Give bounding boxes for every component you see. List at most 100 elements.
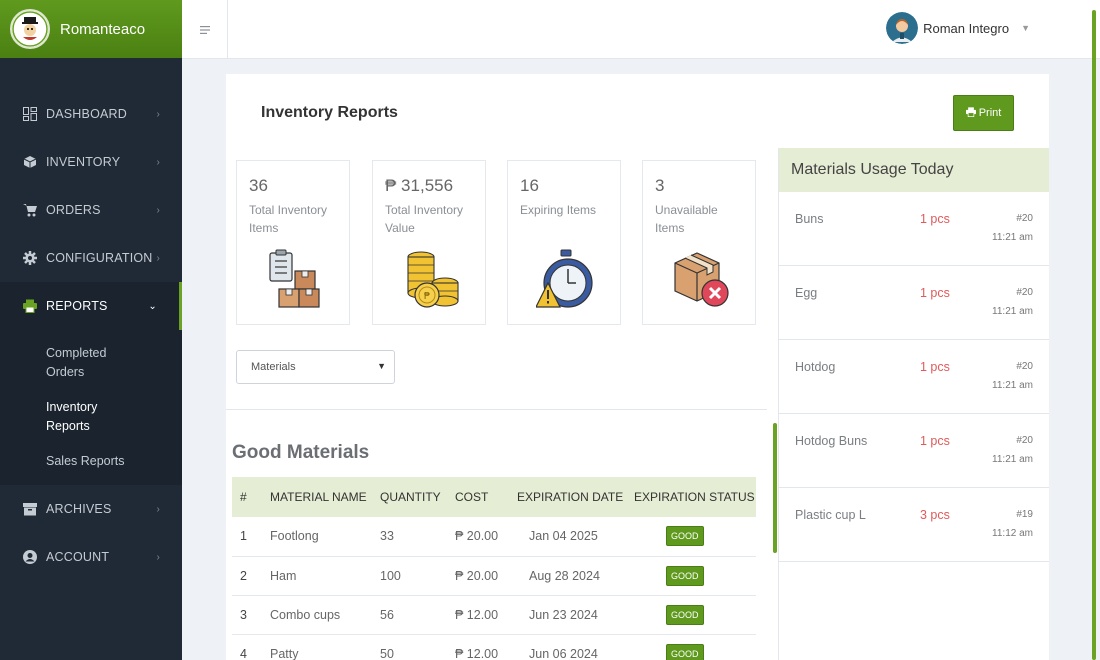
column-header: EXPIRATION DATE: [509, 477, 626, 517]
stat-label: Unavailable Items: [655, 203, 718, 235]
chevron-right-icon: ›: [156, 108, 160, 120]
table-row: 1 Footlong 33 ₱ 20.00 Jan 04 2025 GOOD: [232, 517, 756, 557]
brand-name: Romanteaco: [60, 20, 146, 38]
stopwatch-warning-icon: [536, 249, 593, 308]
stat-expiring-items: 16 Expiring Items: [507, 160, 621, 325]
material-cost: ₱ 12.00: [447, 595, 509, 635]
box-icon: [22, 154, 38, 170]
material-cost: ₱ 12.00: [447, 634, 509, 660]
table-header-row: # MATERIAL NAME QUANTITY COST EXPIRATION…: [232, 477, 756, 517]
sidebar: Romanteaco DASHBOARD › INVENTORY › ORDER…: [0, 0, 182, 660]
print-button[interactable]: Print: [953, 95, 1014, 131]
sidebar-item-label: ACCOUNT: [46, 550, 110, 564]
user-name: Roman Integro: [923, 20, 1010, 36]
usage-item-order-ref: #20: [1016, 213, 1033, 224]
row-number: 4: [232, 634, 262, 660]
status-cell: GOOD: [626, 517, 756, 557]
material-cost: ₱ 20.00: [447, 556, 509, 596]
usage-item: Buns 1 pcs #20 11:21 am: [779, 192, 1049, 266]
box-unavailable-icon: [674, 252, 729, 307]
expiration-date: Aug 28 2024: [509, 556, 626, 596]
expiration-date: Jun 06 2024: [509, 634, 626, 660]
stat-total-inventory-value: ₱ 31,556 Total Inventory Value ₱: [372, 160, 486, 325]
sidebar-item-reports[interactable]: REPORTS ⌄: [0, 282, 182, 330]
status-cell: GOOD: [626, 634, 756, 660]
chevron-right-icon: ›: [156, 503, 160, 515]
chevron-down-icon: ▼: [377, 361, 386, 371]
row-number: 1: [232, 517, 262, 557]
row-number: 3: [232, 595, 262, 635]
usage-item-time: 11:21 am: [992, 380, 1033, 391]
sidebar-item-inventory[interactable]: INVENTORY ›: [0, 138, 182, 186]
category-select-value: Materials: [251, 361, 296, 373]
sidebar-item-label: REPORTS: [46, 299, 108, 313]
usage-item: Hotdog 1 pcs #20 11:21 am: [779, 340, 1049, 414]
sidebar-item-account[interactable]: ACCOUNT ›: [0, 533, 182, 581]
usage-title: Materials Usage Today: [779, 148, 1049, 192]
usage-item-order-ref: #20: [1016, 287, 1033, 298]
sidebar-subitem-completed-orders[interactable]: Completed Orders: [0, 336, 140, 390]
sidebar-subitem-sales-reports[interactable]: Sales Reports: [0, 444, 140, 479]
usage-item-qty: 3 pcs: [920, 508, 950, 522]
sidebar-item-dashboard[interactable]: DASHBOARD ›: [0, 90, 182, 138]
table-title: Good Materials: [232, 442, 370, 463]
menu-toggle-button[interactable]: [182, 0, 228, 59]
sidebar-item-archives[interactable]: ARCHIVES ›: [0, 485, 182, 533]
stat-value: 36: [249, 176, 268, 195]
status-badge: GOOD: [666, 526, 704, 547]
chevron-right-icon: ›: [156, 252, 160, 264]
coins-icon: ₱: [407, 251, 459, 308]
printer-icon: [22, 298, 38, 314]
usage-item: Plastic cup L 3 pcs #19 11:12 am: [779, 488, 1049, 562]
material-name: Ham: [262, 556, 372, 596]
sidebar-subitem-inventory-reports[interactable]: Inventory Reports: [0, 390, 140, 444]
stat-value: 16: [520, 176, 539, 195]
usage-scrollbar[interactable]: [773, 423, 777, 553]
table-row: 4 Patty 50 ₱ 12.00 Jun 06 2024 GOOD: [232, 634, 756, 660]
column-header: MATERIAL NAME: [262, 477, 372, 517]
archive-icon: [22, 501, 38, 517]
sidebar-item-orders[interactable]: ORDERS ›: [0, 186, 182, 234]
sidebar-item-label: ORDERS: [46, 203, 101, 217]
sidebar-item-label: DASHBOARD: [46, 107, 127, 121]
usage-item: Egg 1 pcs #20 11:21 am: [779, 266, 1049, 340]
material-quantity: 33: [372, 517, 447, 557]
usage-item-time: 11:21 am: [992, 306, 1033, 317]
chevron-right-icon: ›: [156, 204, 160, 216]
status-badge: GOOD: [666, 565, 704, 586]
usage-item-order-ref: #19: [1016, 509, 1033, 520]
cart-icon: [22, 202, 38, 218]
status-badge: GOOD: [666, 604, 704, 625]
status-badge: GOOD: [666, 643, 704, 660]
usage-item-qty: 1 pcs: [920, 360, 950, 374]
category-select[interactable]: Materials ▼: [236, 350, 395, 384]
avatar: [886, 12, 919, 44]
usage-item-name: Buns: [795, 212, 824, 226]
chevron-right-icon: ›: [156, 156, 160, 168]
usage-item-name: Hotdog: [795, 360, 836, 374]
usage-item-order-ref: #20: [1016, 435, 1033, 446]
usage-item-time: 11:12 am: [992, 528, 1033, 539]
gear-icon: [22, 250, 38, 266]
stat-label: Expiring Items: [520, 203, 597, 217]
sidebar-item-configuration[interactable]: CONFIGURATION ›: [0, 234, 182, 282]
usage-item-order-ref: #20: [1016, 361, 1033, 372]
materials-usage-panel: Materials Usage Today Buns 1 pcs #20 11:…: [778, 148, 1049, 660]
caret-down-icon: ▼: [1021, 23, 1030, 33]
material-name: Footlong: [262, 517, 372, 557]
material-quantity: 50: [372, 634, 447, 660]
clipboard-boxes-icon: [269, 249, 320, 308]
usage-item-name: Hotdog Buns: [795, 434, 868, 448]
column-header: #: [232, 477, 262, 517]
printer-icon: [965, 106, 976, 120]
page-scrollbar[interactable]: [1092, 10, 1096, 660]
brand[interactable]: Romanteaco: [0, 0, 182, 58]
print-label: Print: [978, 107, 1002, 119]
stat-total-inventory-items: 36 Total Inventory Items: [236, 160, 350, 325]
column-header: QUANTITY: [372, 477, 447, 517]
user-circle-icon: [22, 549, 38, 565]
materials-table: # MATERIAL NAME QUANTITY COST EXPIRATION…: [232, 477, 756, 660]
sidebar-item-label: INVENTORY: [46, 155, 121, 169]
chevron-right-icon: ›: [156, 551, 160, 563]
user-menu[interactable]: Roman Integro ▼: [886, 12, 1030, 44]
